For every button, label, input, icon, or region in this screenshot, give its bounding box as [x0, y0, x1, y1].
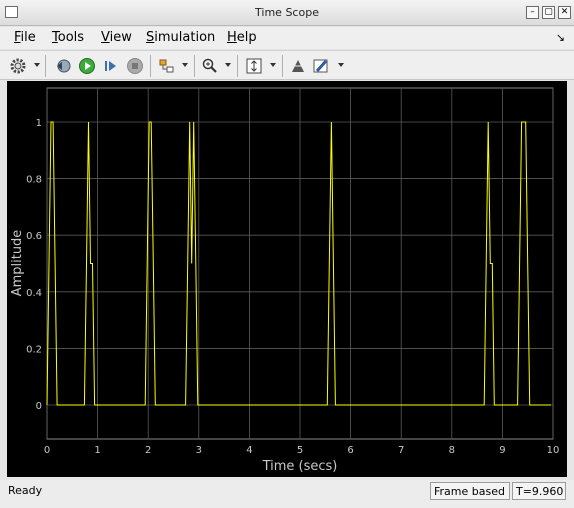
y-tick-label: 0.6 [26, 231, 42, 242]
highlight-icon[interactable] [156, 55, 178, 77]
x-axis-label: Time (secs) [262, 459, 338, 474]
minimize-button[interactable]: – [526, 6, 539, 19]
x-tick-label: 2 [145, 445, 151, 456]
x-tick-label: 6 [347, 445, 353, 456]
autoscale-icon[interactable] [243, 55, 265, 77]
autoscale-dropdown-icon[interactable] [270, 63, 276, 67]
toolbar-separator [282, 55, 283, 77]
x-tick-label: 10 [547, 445, 560, 456]
status-text: Ready [8, 484, 43, 497]
stop-icon[interactable] [124, 55, 146, 77]
highlight-dropdown-icon[interactable] [182, 63, 188, 67]
toolbar [0, 50, 574, 80]
zoom-icon[interactable] [199, 55, 221, 77]
title-bar: Time Scope – ▢ ✕ [0, 0, 574, 26]
toolbar-separator [194, 55, 195, 77]
window-title: Time Scope [255, 6, 319, 19]
time-indicator: T=9.960 [512, 482, 566, 500]
menu-view[interactable]: View [101, 30, 132, 45]
gear-dropdown-icon[interactable] [34, 63, 40, 67]
x-tick-label: 8 [449, 445, 455, 456]
scope-display[interactable]: 0 1 2 3 4 5 6 7 8 9 10 0 0.2 0.4 0.6 0.8 1 Time (secs) A… [7, 81, 567, 477]
time-chart[interactable]: 0 1 2 3 4 5 6 7 8 9 10 0 0.2 0.4 0.6 0.8 1 Time (secs) A… [7, 81, 567, 477]
y-tick-label: 0.4 [26, 288, 42, 299]
toolbar-separator [237, 55, 238, 77]
zoom-dropdown-icon[interactable] [225, 63, 231, 67]
y-tick-label: 0.8 [26, 175, 42, 186]
y-tick-label: 0.2 [26, 344, 42, 355]
menu-help[interactable]: Help [227, 30, 257, 45]
y-tick-label: 0 [36, 401, 42, 412]
maximize-button[interactable]: ▢ [542, 6, 555, 19]
close-button[interactable]: ✕ [558, 6, 571, 19]
status-bar: Ready Frame based T=9.960 [0, 480, 574, 508]
x-tick-label: 7 [398, 445, 404, 456]
dock-icon[interactable]: ↘ [556, 31, 565, 44]
x-tick-label: 1 [94, 445, 100, 456]
x-tick-label: 3 [196, 445, 202, 456]
x-tick-label: 5 [297, 445, 303, 456]
style-dropdown-icon[interactable] [338, 63, 344, 67]
back-icon[interactable] [52, 55, 74, 77]
run-icon[interactable] [76, 55, 98, 77]
frame-mode-indicator: Frame based [430, 482, 510, 500]
gear-icon[interactable] [7, 55, 29, 77]
x-tick-label: 0 [44, 445, 50, 456]
x-tick-label: 4 [246, 445, 252, 456]
signal-icon[interactable] [287, 55, 309, 77]
menu-tools[interactable]: Tools [52, 30, 84, 45]
toolbar-separator [45, 55, 46, 77]
menu-bar: File Tools View Simulation Help ↘ [0, 27, 574, 49]
menu-simulation[interactable]: Simulation [146, 30, 215, 45]
x-tick-label: 9 [499, 445, 505, 456]
menu-file[interactable]: File [14, 30, 36, 45]
toolbar-separator [150, 55, 151, 77]
style-icon[interactable] [310, 55, 332, 77]
y-tick-label: 1 [36, 118, 42, 129]
y-axis-label: Amplitude [10, 230, 25, 297]
step-icon[interactable] [100, 55, 122, 77]
